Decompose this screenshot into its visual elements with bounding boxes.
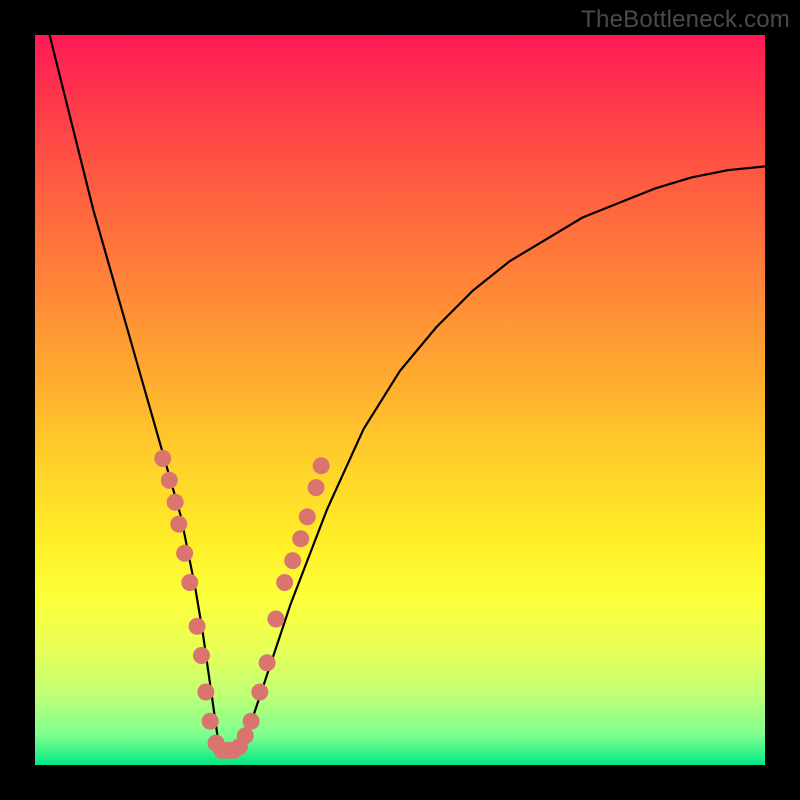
data-point <box>181 574 198 591</box>
data-point <box>251 684 268 701</box>
data-point <box>154 450 171 467</box>
plot-area <box>35 35 765 765</box>
data-point <box>292 530 309 547</box>
data-point <box>197 684 214 701</box>
data-point <box>193 647 210 664</box>
data-point <box>189 618 206 635</box>
data-point <box>237 727 254 744</box>
data-point <box>176 545 193 562</box>
data-point <box>243 713 260 730</box>
data-point <box>170 516 187 533</box>
data-point <box>267 611 284 628</box>
data-point <box>284 552 301 569</box>
data-point <box>276 574 293 591</box>
data-point <box>313 457 330 474</box>
data-point <box>202 713 219 730</box>
bottleneck-curve <box>50 35 765 750</box>
data-point <box>161 472 178 489</box>
data-point <box>259 654 276 671</box>
data-point <box>308 479 325 496</box>
curve-layer <box>35 35 765 765</box>
data-point <box>167 494 184 511</box>
chart-frame: TheBottleneck.com <box>0 0 800 800</box>
data-point <box>299 508 316 525</box>
watermark-text: TheBottleneck.com <box>581 6 790 34</box>
